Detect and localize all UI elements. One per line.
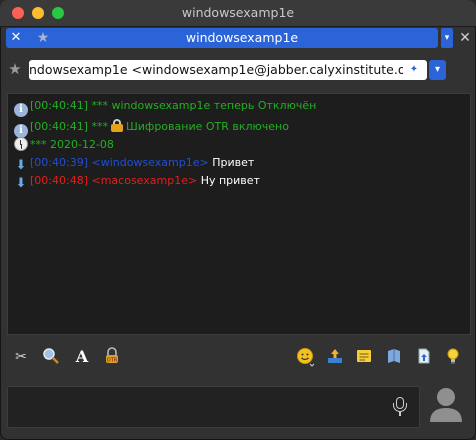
message-text: Шифрование OTR включено xyxy=(126,120,289,133)
list-item: ⬇ [00:40:48] <macosexamp1e> Ну привет xyxy=(14,173,260,191)
message-text: *** windowsexamp1e теперь Отключён xyxy=(91,99,317,112)
scissors-icon[interactable]: ✂ xyxy=(11,347,31,367)
contact-select[interactable]: ndowsexamp1e <windowsexamp1e@jabber.caly… xyxy=(29,60,427,80)
lightbulb-icon[interactable] xyxy=(443,347,463,367)
list-item: i [00:40:41] *** windowsexamp1e теперь От… xyxy=(14,98,317,117)
microphone-icon[interactable] xyxy=(393,397,407,417)
chevron-down-icon[interactable]: ▾ xyxy=(429,60,446,80)
send-file-icon[interactable] xyxy=(325,347,345,367)
list-item: *** 2020-12-08 xyxy=(14,137,114,153)
close-icon[interactable]: ✕ xyxy=(457,28,473,48)
toolbar: ✂ A OTR xyxy=(0,343,476,371)
tab-windowsexamp1e[interactable]: ✕ ★ windowsexamp1e xyxy=(6,28,438,48)
message-text: *** 2020-12-08 xyxy=(30,138,114,151)
title-bar: windowsexamp1e xyxy=(0,0,476,27)
chat-log[interactable]: i [00:40:41] *** windowsexamp1e теперь От… xyxy=(7,93,471,335)
emoji-icon[interactable] xyxy=(296,347,316,367)
info-icon: i xyxy=(14,124,28,138)
star-icon[interactable]: ★ xyxy=(7,61,23,77)
otr-lock-icon[interactable]: OTR xyxy=(102,347,122,367)
message-time: [00:40:39] xyxy=(30,156,88,169)
svg-text:OTR: OTR xyxy=(107,358,118,364)
font-icon[interactable]: A xyxy=(72,347,92,367)
info-icon: i xyxy=(14,103,28,117)
message-nick: <windowsexamp1e> xyxy=(91,156,209,169)
pin-icon[interactable]: ✦ xyxy=(407,62,421,78)
lock-icon xyxy=(111,119,123,132)
chevron-down-icon[interactable]: ▾ xyxy=(441,28,453,48)
message-body: Привет xyxy=(212,156,255,169)
user-avatar-icon[interactable] xyxy=(428,384,464,424)
list-item: i [00:40:41] *** Шифрование OTR включено xyxy=(14,119,289,138)
upload-icon[interactable] xyxy=(414,347,434,367)
list-item: ⬇ [00:40:39] <windowsexamp1e> Привет xyxy=(14,155,255,173)
chat-window: windowsexamp1e ✕ ★ windowsexamp1e ▾ ✕ ★ … xyxy=(0,0,476,440)
message-body: Ну привет xyxy=(200,174,260,187)
clock-icon xyxy=(14,137,28,151)
incoming-arrow-icon: ⬇ xyxy=(15,158,27,173)
message-time: [00:40:41] xyxy=(30,99,88,112)
message-input[interactable] xyxy=(7,386,420,428)
incoming-arrow-icon: ⬇ xyxy=(15,176,27,191)
message-time: [00:40:41] xyxy=(30,120,88,133)
message-prefix: *** xyxy=(91,120,109,133)
close-icon[interactable]: ✕ xyxy=(9,28,23,48)
contact-value: ndowsexamp1e <windowsexamp1e@jabber.caly… xyxy=(29,62,403,77)
bookmark-icon[interactable] xyxy=(384,347,404,367)
message-nick: <macosexamp1e> xyxy=(91,174,198,187)
window-title: windowsexamp1e xyxy=(181,5,295,20)
message-template-icon[interactable] xyxy=(354,347,374,367)
star-icon: ★ xyxy=(36,30,50,46)
message-time: [00:40:48] xyxy=(30,174,88,187)
search-icon[interactable] xyxy=(41,347,61,367)
tab-label: windowsexamp1e xyxy=(185,30,299,45)
